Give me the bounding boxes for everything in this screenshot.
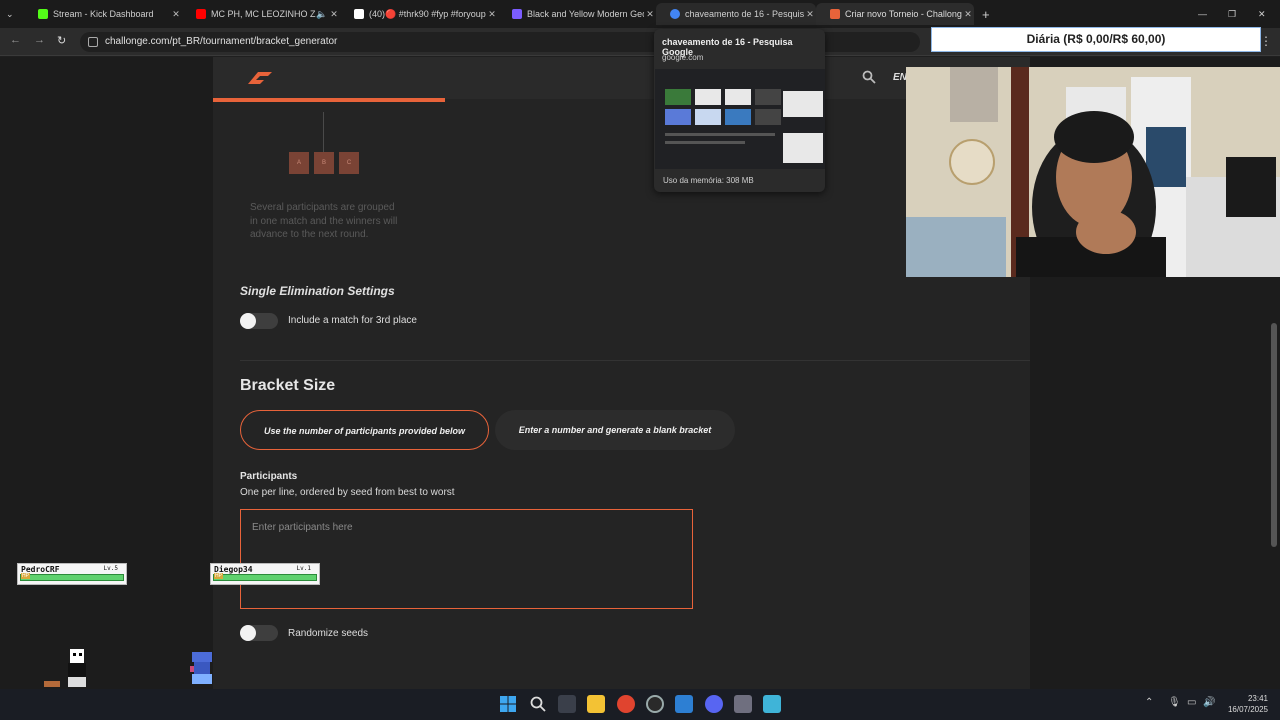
format-description: Several participants are grouped in one … xyxy=(250,202,398,240)
close-icon[interactable]: ✕ xyxy=(170,9,182,20)
kick-icon xyxy=(38,9,48,19)
clock[interactable]: 23:41 16/07/2025 xyxy=(1222,693,1268,715)
blank-bracket-option[interactable]: Enter a number and generate a blank brac… xyxy=(495,410,735,450)
notepad-icon[interactable] xyxy=(763,695,781,713)
use-participants-option[interactable]: Use the number of participants provided … xyxy=(240,410,489,450)
chevron-down-icon: ⌄ xyxy=(6,8,14,19)
close-window-button[interactable]: ✕ xyxy=(1252,3,1276,25)
progress-bar xyxy=(213,98,445,102)
randomize-toggle[interactable] xyxy=(240,625,278,641)
webcam-overlay xyxy=(906,67,1280,277)
canva-icon xyxy=(512,9,522,19)
daily-overlay: Diária (R$ 0,00/R$ 60,00) xyxy=(931,27,1261,52)
player-badge: Diegop34 Lv.1 HP xyxy=(210,563,320,585)
new-tab-button[interactable]: + xyxy=(978,3,998,25)
network-icon[interactable]: ▭ xyxy=(1187,697,1196,708)
minimize-icon: — xyxy=(1198,9,1207,19)
player-sprite xyxy=(44,649,86,687)
player-badge: PedroCRF Lv.5 HP xyxy=(17,563,127,585)
close-icon[interactable]: ✕ xyxy=(328,9,340,20)
tab-search-button[interactable]: ⌄ xyxy=(0,3,24,25)
player-level: Lv.1 xyxy=(296,565,311,572)
tab-youtube[interactable]: MC PH, MC LEOZINHO ZS, 🔈 ✕ xyxy=(182,3,340,25)
tab-preview-tooltip: chaveamento de 16 - Pesquisa Google goog… xyxy=(654,29,825,192)
tab-kick-dashboard[interactable]: Stream - Kick Dashboard ✕ xyxy=(24,3,182,25)
toggle-knob xyxy=(240,313,256,329)
tab-tiktok[interactable]: (40)🔴 #thrk90 #fyp #foryoup ✕ xyxy=(340,3,498,25)
taskbar xyxy=(0,689,1280,720)
chrome-icon[interactable] xyxy=(617,695,635,713)
calculator-icon[interactable] xyxy=(734,695,752,713)
search-icon[interactable] xyxy=(862,70,876,84)
search-icon[interactable] xyxy=(529,695,547,713)
volume-icon[interactable]: 🔊 xyxy=(1203,697,1215,708)
scrollbar-thumb[interactable] xyxy=(1271,323,1277,547)
clock-date: 16/07/2025 xyxy=(1227,705,1268,714)
tiktok-icon xyxy=(354,9,364,19)
toggle-knob xyxy=(240,625,256,641)
diagram-box: C xyxy=(339,152,359,174)
discord-icon[interactable] xyxy=(705,695,723,713)
back-icon[interactable]: ← xyxy=(10,34,21,46)
minimize-button[interactable]: — xyxy=(1192,3,1216,25)
randomize-label: Randomize seeds xyxy=(288,628,369,639)
file-explorer-icon[interactable] xyxy=(587,695,605,713)
player-sprite xyxy=(190,652,212,684)
forward-icon[interactable]: → xyxy=(34,34,45,46)
site-info-icon[interactable] xyxy=(88,37,98,47)
preview-thumbnail xyxy=(655,69,825,169)
tab-challonge[interactable]: Criar novo Torneio - Challonge ✕ xyxy=(816,3,974,25)
single-elim-title: Single Elimination Settings xyxy=(240,284,395,298)
third-place-label: Include a match for 3rd place xyxy=(288,315,417,326)
microphone-icon[interactable]: 🎙 xyxy=(1168,697,1181,708)
clock-time: 23:41 xyxy=(1247,694,1268,703)
hp-label: HP xyxy=(21,573,30,579)
chevron-up-icon[interactable]: ⌃ xyxy=(1145,697,1153,708)
reload-icon[interactable]: ↻ xyxy=(57,34,66,47)
preview-domain: google.com xyxy=(662,53,704,62)
hp-label: HP xyxy=(214,573,223,579)
participants-placeholder: Enter participants here xyxy=(252,522,353,533)
obs-icon[interactable] xyxy=(646,695,664,713)
diagram-box: B xyxy=(314,152,334,174)
divider xyxy=(240,360,1030,361)
maximize-icon: ❐ xyxy=(1228,8,1237,19)
page-margin-left xyxy=(0,57,213,689)
tab-google-search[interactable]: chaveamento de 16 - Pesquisa ✕ xyxy=(656,3,816,25)
bracket-size-title: Bracket Size xyxy=(240,377,336,394)
player-level: Lv.5 xyxy=(103,565,118,572)
participants-help: One per line, ordered by seed from best … xyxy=(240,487,455,498)
close-icon[interactable]: ✕ xyxy=(804,9,816,20)
maximize-button[interactable]: ❐ xyxy=(1222,3,1246,25)
close-icon: ✕ xyxy=(1258,8,1266,19)
language-toggle[interactable]: EN xyxy=(893,72,907,83)
preview-memory: Uso da memória: 308 MB xyxy=(663,176,754,185)
tab-canva[interactable]: Black and Yellow Modern Geom ✕ xyxy=(498,3,656,25)
tab-strip: ⌄ Stream - Kick Dashboard ✕ MC PH, MC LE… xyxy=(0,0,1280,28)
diagram-line xyxy=(323,112,324,152)
youtube-icon xyxy=(196,9,206,19)
participants-label: Participants xyxy=(240,471,298,482)
participants-textarea[interactable]: Enter participants here xyxy=(240,509,693,609)
windows-start-icon[interactable] xyxy=(499,695,517,713)
hp-bar xyxy=(20,574,124,581)
hp-bar xyxy=(213,574,317,581)
close-icon[interactable]: ✕ xyxy=(644,9,656,20)
speaker-icon[interactable]: 🔈 xyxy=(316,9,328,20)
close-icon[interactable]: ✕ xyxy=(962,9,974,20)
menu-dots-icon[interactable]: ⋮ xyxy=(1260,34,1272,48)
close-icon[interactable]: ✕ xyxy=(486,9,498,20)
challonge-icon xyxy=(830,9,840,19)
challonge-logo[interactable] xyxy=(244,68,274,88)
app-icon[interactable] xyxy=(675,695,693,713)
third-place-toggle[interactable] xyxy=(240,313,278,329)
google-icon xyxy=(670,9,680,19)
diagram-box: A xyxy=(289,152,309,174)
task-view-icon[interactable] xyxy=(558,695,576,713)
